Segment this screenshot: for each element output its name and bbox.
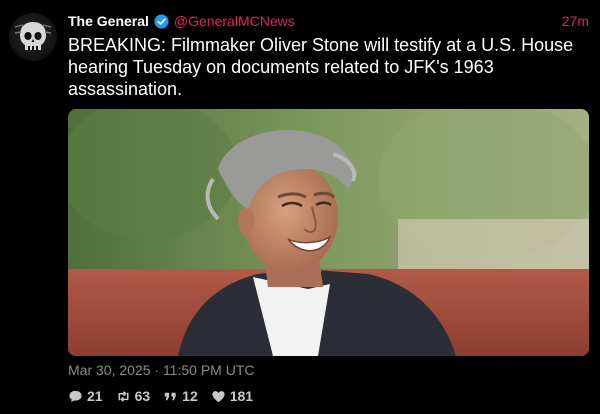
author-handle[interactable]: @GeneralMCNews	[174, 13, 295, 29]
quote-count: 12	[182, 388, 198, 404]
relative-time[interactable]: 27m	[562, 13, 589, 29]
verified-badge-icon	[154, 13, 169, 29]
like-button[interactable]: 181	[211, 388, 253, 404]
tweet-header: The General @GeneralMCNews 27m	[68, 11, 589, 31]
reply-count: 21	[87, 388, 103, 404]
quote-button[interactable]: 12	[163, 388, 198, 404]
tweet-photo[interactable]	[68, 109, 589, 356]
tweet-timestamp[interactable]: Mar 30, 2025 · 11:50 PM UTC	[68, 362, 254, 378]
heart-icon	[211, 389, 226, 404]
retweet-button[interactable]: 63	[116, 388, 151, 404]
quote-icon	[163, 389, 178, 404]
speech-bubble-icon	[68, 389, 83, 404]
like-count: 181	[229, 388, 254, 404]
reply-button[interactable]: 21	[68, 388, 103, 404]
tweet-actions: 21 63 12 181	[68, 388, 266, 404]
skull-logo-icon	[14, 22, 52, 50]
photo-oliver-stone	[68, 109, 589, 356]
retweet-icon	[116, 389, 131, 404]
author-name[interactable]: The General	[68, 13, 149, 29]
author-avatar[interactable]	[9, 13, 57, 61]
tweet-text: BREAKING: Filmmaker Oliver Stone will te…	[68, 35, 574, 99]
retweet-count: 63	[134, 388, 151, 404]
